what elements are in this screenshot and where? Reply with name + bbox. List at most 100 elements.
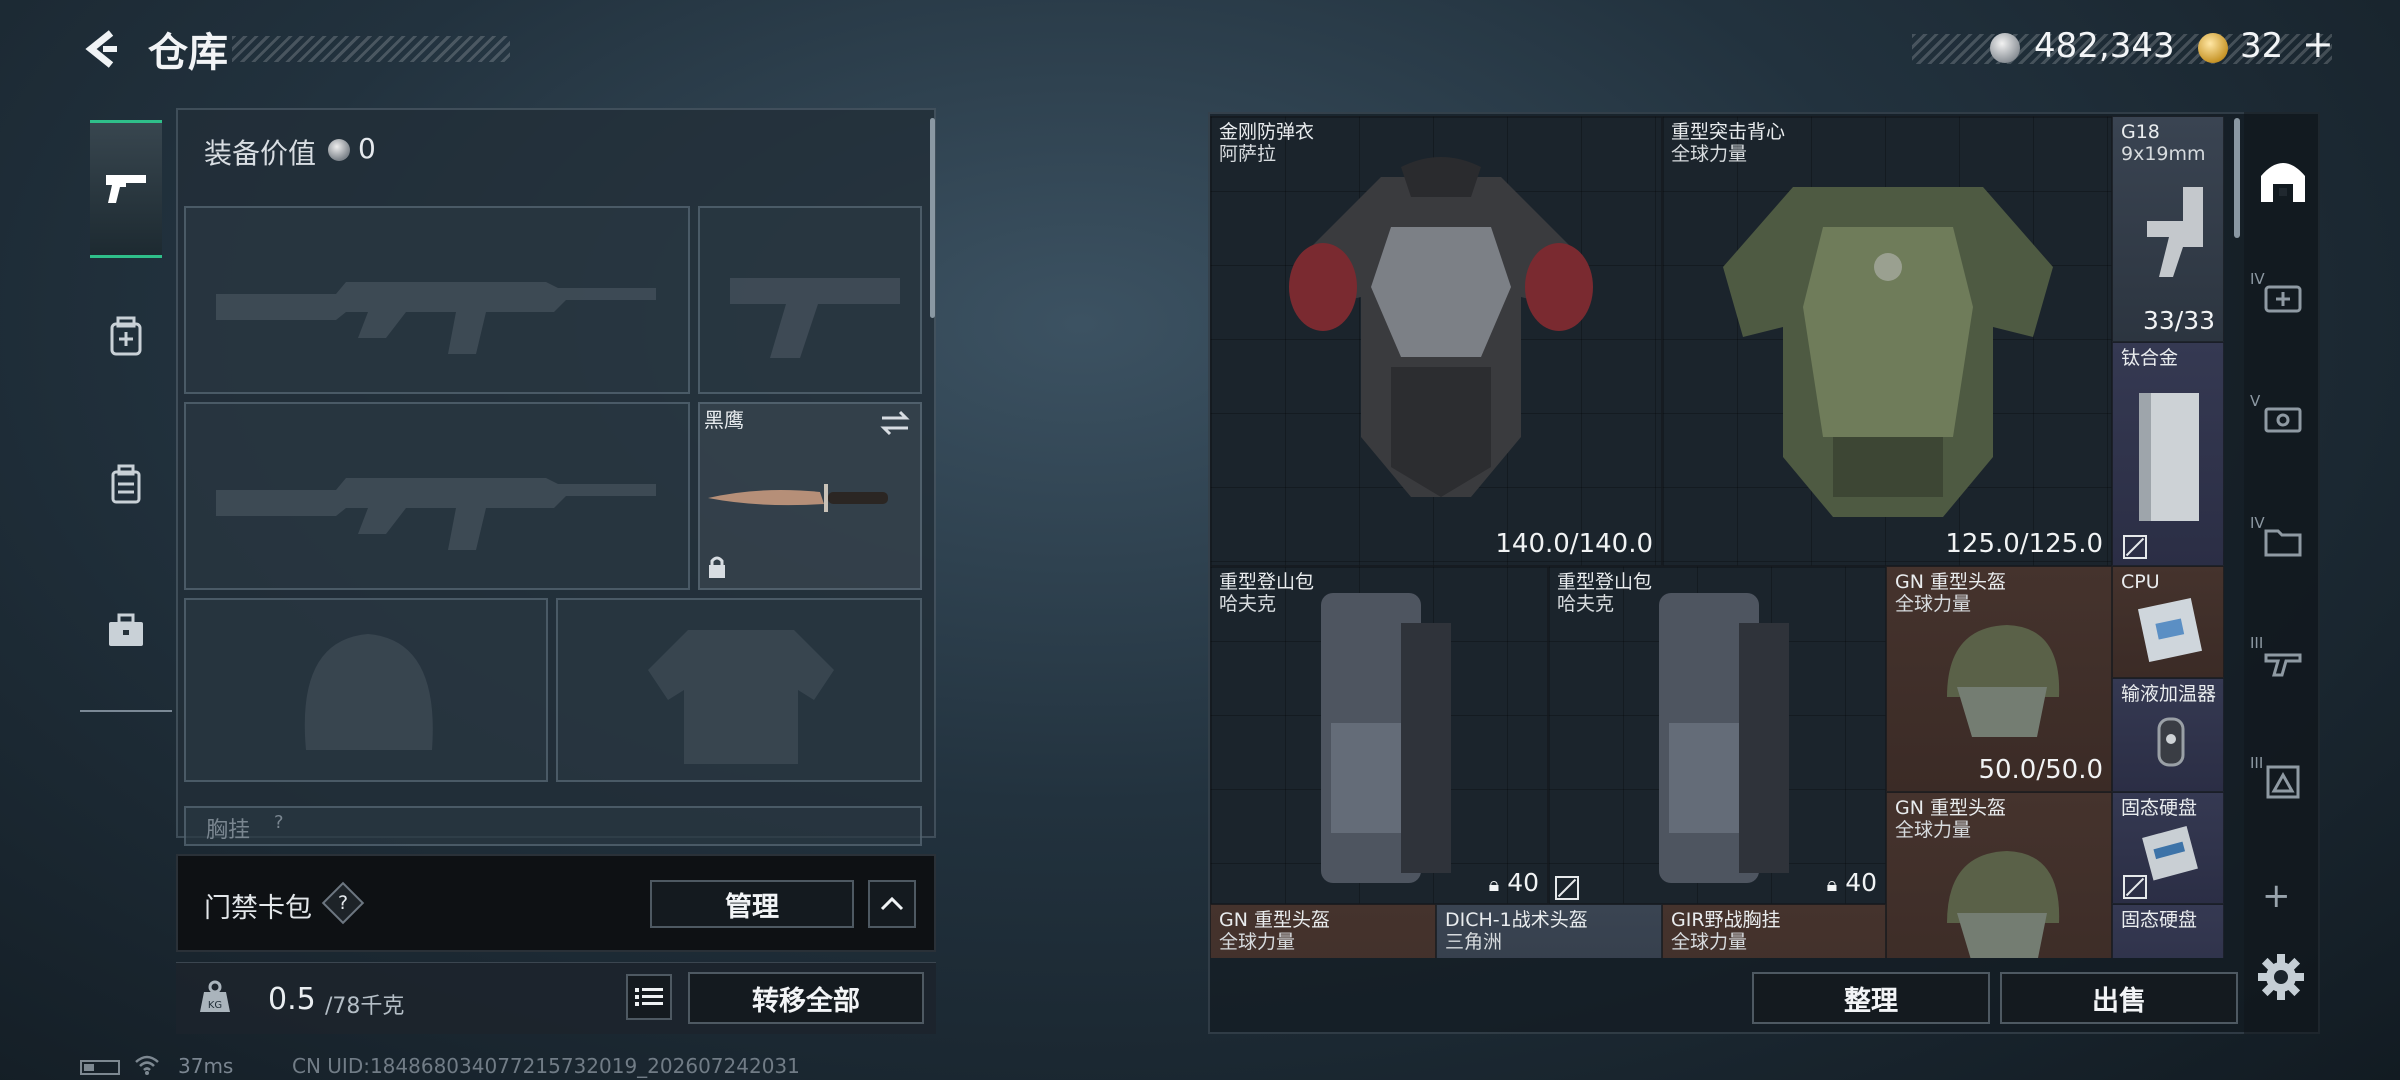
collapse-button[interactable]	[868, 880, 916, 928]
help-glyph: ?	[337, 892, 349, 914]
item-durability: 140.0/140.0	[1495, 529, 1653, 559]
armor-placeholder-icon	[648, 630, 834, 764]
item-count: 40	[1845, 868, 1877, 897]
rail-documents[interactable]	[2254, 512, 2312, 570]
item-faction: 哈夫克	[1219, 593, 1277, 615]
lock-small-icon: 🔒︎	[1826, 872, 1838, 896]
electronics-icon	[2264, 407, 2302, 433]
back-button[interactable]	[78, 24, 124, 74]
storage-item[interactable]: 重型登山包 哈夫克 🔒︎ 40	[1548, 566, 1886, 904]
tab-weapons[interactable]	[90, 120, 162, 258]
tab-backpack[interactable]	[90, 416, 162, 552]
rail-materials[interactable]	[2254, 752, 2312, 810]
secondary-weapon-slot[interactable]	[184, 402, 690, 590]
wifi-icon	[134, 1054, 160, 1076]
item-name: GN 重型头盔	[1895, 571, 2006, 593]
item-ammo: 33/33	[2142, 306, 2215, 335]
item-durability: 50.0/50.0	[1978, 755, 2103, 785]
silver-coin-icon	[328, 139, 350, 161]
item-name: GIR野战胸挂	[1671, 909, 1781, 931]
lock-icon	[706, 554, 728, 580]
armor-slot[interactable]	[556, 598, 922, 782]
keycard-label: 门禁卡包	[204, 893, 312, 924]
rail-weapons[interactable]	[2254, 632, 2312, 690]
transfer-all-button[interactable]: 转移全部	[688, 972, 924, 1024]
tab-toolbox[interactable]	[90, 562, 162, 698]
storage-item[interactable]: 输液加温器	[2112, 678, 2224, 792]
rail-home[interactable]	[2254, 150, 2312, 208]
item-name: 钛合金	[2121, 347, 2179, 369]
pistol-icon	[2147, 187, 2203, 277]
item-stack: 🔒︎ 40	[1827, 868, 1877, 897]
chevron-up-icon	[880, 897, 904, 911]
add-gold-button[interactable]: +	[2302, 22, 2334, 66]
storage-item[interactable]: 重型突击背心 全球力量 125.0/125.0	[1662, 116, 2112, 566]
storage-item[interactable]: 固态硬盘	[2112, 904, 2224, 958]
storage-item[interactable]: 金刚防弹衣 阿萨拉 140.0/140.0	[1210, 116, 1662, 566]
tab-medical[interactable]	[90, 268, 162, 404]
weight-max: /78千克	[325, 994, 405, 1019]
ssd-icon	[2142, 826, 2198, 881]
storage-item[interactable]: GIR野战胸挂 全球力量	[1662, 904, 1886, 958]
helmet-slot[interactable]	[184, 598, 548, 782]
chest-rig-label: 胸挂	[206, 818, 251, 843]
storage-item[interactable]: 固态硬盘	[2112, 792, 2224, 904]
equipment-scrollbar[interactable]	[930, 118, 935, 318]
infusion-warmer-icon	[2157, 717, 2185, 767]
storage-item[interactable]: GN 重型头盔 全球力量 50.0/50.0	[1886, 566, 2112, 792]
helmet-icon	[1947, 625, 2060, 737]
item-stack: 🔒︎ 40	[1489, 868, 1539, 897]
storage-item[interactable]: G18 9x19mm 33/33	[2112, 116, 2224, 342]
list-icon	[635, 988, 663, 1006]
pistol-slot[interactable]	[698, 206, 922, 394]
storage-grid: 金刚防弹衣 阿萨拉 140.0/140.0 重型突击背心 全球力量 125.0/…	[1210, 116, 2224, 958]
storage-item[interactable]: GN 重型头盔 全球力量	[1210, 904, 1436, 958]
page-title: 仓库	[148, 30, 228, 76]
assault-vest-icon	[1723, 187, 2053, 517]
storage-item[interactable]: DICH-1战术头盔 三角洲	[1436, 904, 1662, 958]
weight-current: 0.5	[268, 982, 316, 1017]
add-storage-button[interactable]: +	[2262, 876, 2291, 916]
back-arrow-icon	[85, 30, 117, 68]
rail-medical[interactable]	[2254, 268, 2312, 326]
folder-icon	[2264, 529, 2302, 557]
rail-electronics[interactable]	[2254, 390, 2312, 448]
item-count: 40	[1507, 868, 1539, 897]
unsellable-icon	[1555, 876, 1579, 900]
battery-icon	[80, 1060, 120, 1075]
cpu-icon	[2137, 597, 2203, 663]
item-faction: 三角洲	[1445, 931, 1503, 953]
manage-button[interactable]: 管理	[650, 880, 854, 928]
item-name: 固态硬盘	[2121, 909, 2198, 931]
item-caliber: 9x19mm	[2121, 143, 2206, 165]
backpack-icon	[111, 464, 141, 504]
weight-icon-text: KG	[208, 1000, 222, 1011]
item-name: 输液加温器	[2121, 683, 2217, 705]
chest-help-icon: ?	[274, 812, 284, 833]
silver-coin-icon	[1990, 33, 2020, 63]
medkit-icon	[110, 316, 142, 356]
settings-button[interactable]	[2254, 950, 2308, 1004]
storage-item[interactable]: 重型登山包 哈夫克 🔒︎ 40	[1210, 566, 1548, 904]
chest-rig-slot[interactable]: 胸挂 ?	[184, 806, 922, 846]
item-name: GN 重型头盔	[1895, 797, 2006, 819]
storage-item[interactable]: 钛合金	[2112, 342, 2224, 566]
storage-item[interactable]: GN 重型头盔 全球力量	[1886, 792, 2112, 958]
primary-weapon-slot[interactable]	[184, 206, 690, 394]
item-durability: 125.0/125.0	[1945, 529, 2103, 559]
sort-button[interactable]: 整理	[1752, 972, 1990, 1024]
item-name: GN 重型头盔	[1219, 909, 1330, 931]
item-name: 固态硬盘	[2121, 797, 2198, 819]
rifle-placeholder-icon	[216, 282, 656, 354]
storage-item[interactable]: CPU	[2112, 566, 2224, 678]
unsellable-icon	[2123, 535, 2147, 559]
unsellable-icon	[2123, 875, 2147, 899]
backpack-icon	[1321, 593, 1451, 883]
swap-icon[interactable]	[878, 408, 912, 438]
list-view-button[interactable]	[626, 974, 672, 1020]
weight-icon: KG	[196, 978, 234, 1016]
materials-icon	[2266, 765, 2300, 799]
pistol-placeholder-icon	[730, 278, 900, 358]
storage-scrollbar[interactable]	[2234, 118, 2240, 238]
sell-button[interactable]: 出售	[2000, 972, 2238, 1024]
